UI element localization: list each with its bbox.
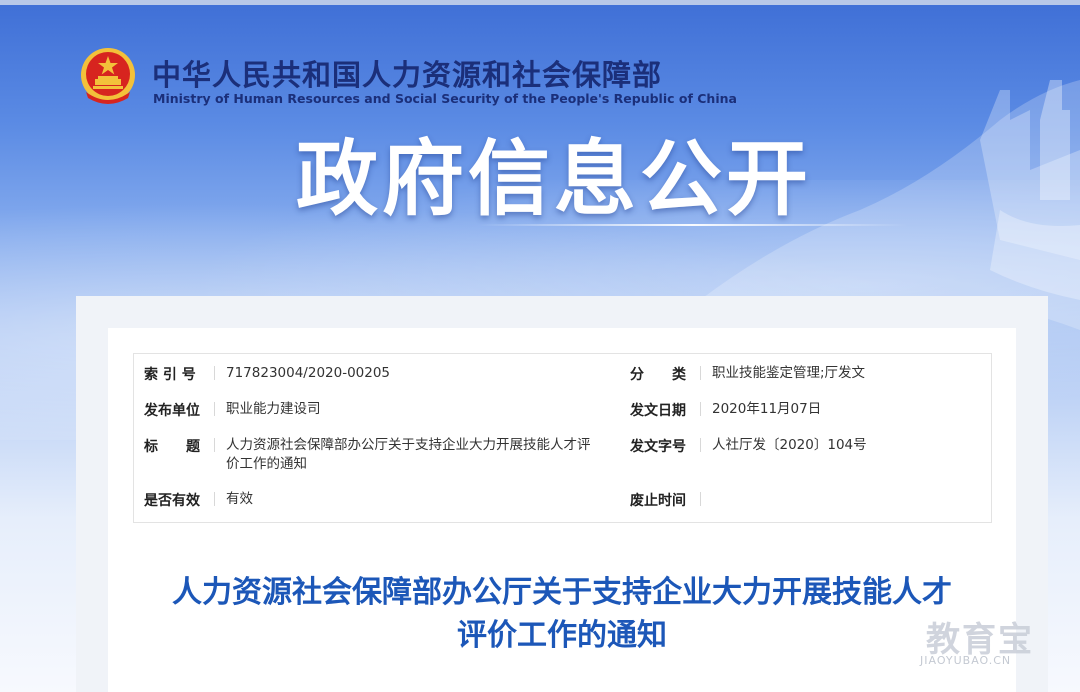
- valid-label: 是否有效: [144, 493, 200, 509]
- content-inner: 索 引 号 717823004/2020-00205 分 类 职业技能鉴定管理;…: [108, 328, 1016, 692]
- separator: [214, 438, 215, 452]
- index-label: 索 引 号: [144, 367, 196, 383]
- valid-value: 有效: [226, 491, 253, 507]
- ministry-name-cn: 中华人民共和国人力资源和社会保障部: [152, 58, 663, 92]
- date-value: 2020年11月07日: [712, 401, 822, 417]
- separator: [700, 438, 701, 452]
- date-label: 发文日期: [630, 403, 686, 419]
- article-title-line2: 评价工作的通知: [457, 618, 667, 653]
- issuer-value: 职业能力建设司: [226, 401, 321, 417]
- title-value-line2: 价工作的通知: [226, 456, 307, 472]
- separator: [700, 492, 701, 506]
- banner-underline: [478, 224, 908, 226]
- separator: [214, 492, 215, 506]
- docno-label: 发文字号: [630, 439, 686, 455]
- banner-title: 政府信息公开: [296, 132, 813, 227]
- expire-label: 废止时间: [630, 493, 686, 509]
- separator: [214, 366, 215, 380]
- national-emblem-icon: [81, 48, 135, 104]
- separator: [700, 402, 701, 416]
- title-value-line1: 人力资源社会保障部办公厅关于支持企业大力开展技能人才评: [226, 437, 591, 453]
- category-value: 职业技能鉴定管理;厅发文: [712, 365, 866, 381]
- ministry-name-en: Ministry of Human Resources and Social S…: [153, 91, 737, 106]
- docno-value: 人社厅发〔2020〕104号: [712, 437, 867, 453]
- watermark-en: JIAOYUBAO.CN: [920, 654, 1012, 667]
- separator: [214, 402, 215, 416]
- index-value: 717823004/2020-00205: [226, 365, 391, 381]
- content-card: 索 引 号 717823004/2020-00205 分 类 职业技能鉴定管理;…: [76, 296, 1048, 692]
- article-title-line1: 人力资源社会保障部办公厅关于支持企业大力开展技能人才: [172, 575, 952, 610]
- separator: [700, 366, 701, 380]
- category-label: 分 类: [630, 367, 686, 383]
- title-label: 标 题: [144, 439, 200, 455]
- issuer-label: 发布单位: [144, 403, 200, 419]
- metadata-table: 索 引 号 717823004/2020-00205 分 类 职业技能鉴定管理;…: [133, 353, 992, 523]
